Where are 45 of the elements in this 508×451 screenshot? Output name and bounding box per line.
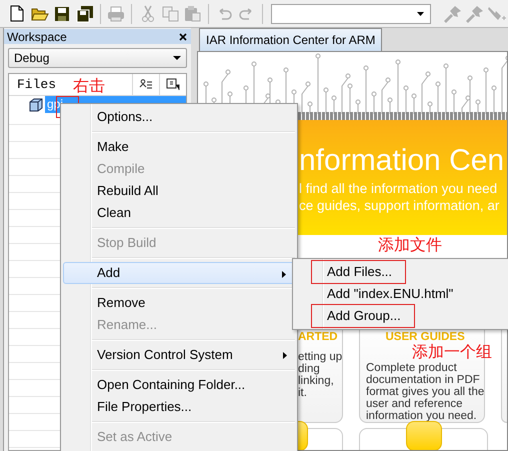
menu-item[interactable]: Add Group... xyxy=(293,305,508,327)
floppy-disks-icon[interactable] xyxy=(76,4,94,22)
menu-item[interactable]: Remove xyxy=(63,292,295,314)
card-text: information you need. xyxy=(366,410,478,422)
card-icon xyxy=(406,421,442,450)
menu-item[interactable]: Version Control System xyxy=(63,344,295,366)
banner-title: nformation Cen xyxy=(299,143,506,179)
menu-item[interactable]: Rebuild All xyxy=(63,180,295,202)
card-text: ding xyxy=(298,363,321,375)
menu-item[interactable]: Add "index.ENU.html" xyxy=(293,283,508,305)
card-text: it. xyxy=(298,387,308,399)
cube-icon xyxy=(29,98,43,112)
card-text: Complete product xyxy=(366,362,458,374)
new-file-icon[interactable] xyxy=(10,5,24,22)
card-text: user and reference xyxy=(366,398,464,410)
card-text: etting up xyxy=(298,351,342,363)
column-icon xyxy=(139,78,153,90)
annotation-text: 添加一个组 xyxy=(412,343,492,361)
annotation-text: 添加文件 xyxy=(378,236,442,254)
card-icon xyxy=(298,421,308,450)
dropdown-arrow-icon xyxy=(173,56,181,60)
close-icon[interactable] xyxy=(179,32,187,40)
menu-item[interactable]: Open Containing Folder... xyxy=(63,374,295,396)
combo-box[interactable] xyxy=(270,4,431,24)
menu-item[interactable]: Add Files... xyxy=(293,261,508,283)
configuration-dropdown[interactable]: Debug xyxy=(8,48,187,68)
card-title: USER GUIDES xyxy=(384,331,466,343)
annotation-text: 右击 xyxy=(73,77,105,95)
menu-item[interactable]: File Properties... xyxy=(63,396,295,418)
banner-text: ce guides, support information, ar xyxy=(299,197,500,214)
menu-item[interactable]: Options... xyxy=(63,106,295,128)
menu-item[interactable]: Make xyxy=(63,136,295,158)
menu-item[interactable]: Add xyxy=(63,262,295,284)
column-header: Files xyxy=(16,76,56,94)
card-text: documentation in PDF xyxy=(366,374,481,386)
folder-icon[interactable] xyxy=(30,6,49,21)
card-text: format gives you all the xyxy=(366,386,484,398)
column-icon xyxy=(166,78,180,91)
card-title: ARTED xyxy=(298,331,339,343)
banner-text: l find all the information you need xyxy=(299,180,498,197)
card-text: linking, xyxy=(298,375,335,387)
dropdown-arrow-icon xyxy=(416,12,424,16)
menu-item[interactable]: Clean xyxy=(63,202,295,224)
tab[interactable]: IAR Information Center for ARM xyxy=(199,28,382,51)
panel-title: Workspace xyxy=(7,30,67,44)
